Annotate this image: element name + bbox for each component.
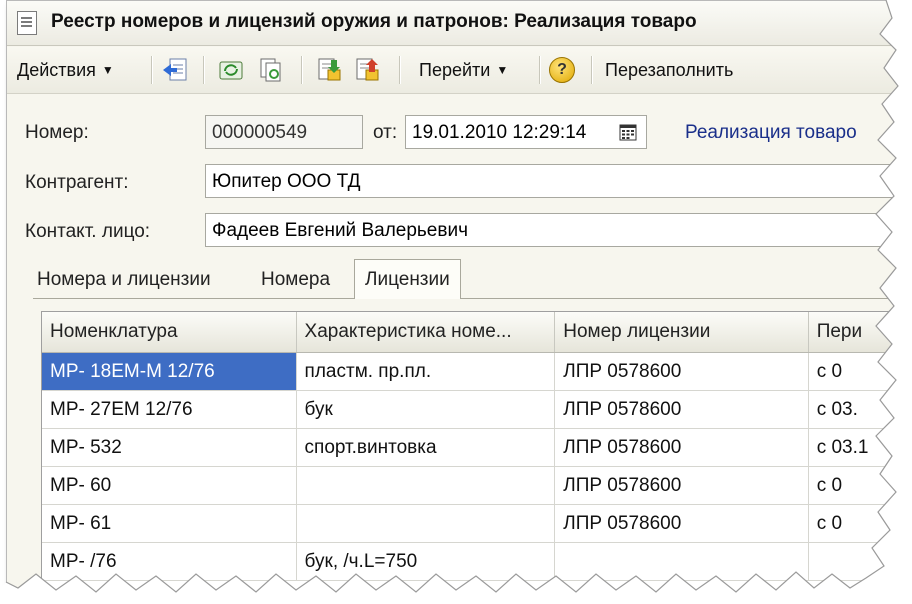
cell-characteristic[interactable]: [296, 504, 556, 543]
calendar-icon: [619, 124, 637, 141]
counterparty-field[interactable]: Юпитер ООО ТД: [205, 164, 907, 198]
chevron-down-icon: ▼: [101, 63, 114, 77]
toolbar-separator: [151, 56, 153, 84]
number-label: Номер:: [25, 122, 89, 143]
table-header-row: Номенклатура Характеристика номе... Номе…: [42, 312, 907, 353]
contact-field[interactable]: Фадеев Евгений Валерьевич: [205, 213, 907, 247]
toolbar-separator: [301, 56, 303, 84]
goto-menu-button[interactable]: Перейти ▼: [419, 47, 508, 93]
tab-licenses[interactable]: Лицензии: [354, 259, 461, 299]
toolbar-separator: [203, 56, 205, 84]
cell-item[interactable]: МР- 60: [42, 466, 297, 505]
cell-license[interactable]: ЛПР 0578600: [554, 352, 809, 391]
table-row[interactable]: МР- 61 ЛПР 0578600 с 0: [42, 504, 907, 543]
window-title: Реестр номеров и лицензий оружия и патро…: [51, 11, 697, 32]
copy-document-icon[interactable]: [257, 56, 285, 84]
document-icon: [17, 11, 37, 35]
cell-period[interactable]: с 03.1: [808, 428, 907, 467]
cell-item[interactable]: МР- 532: [42, 428, 297, 467]
cell-item[interactable]: МР- 18ЕМ-М 12/76: [42, 352, 297, 391]
table-row[interactable]: МР- /76 бук, /ч.L=750: [42, 542, 907, 581]
cell-license[interactable]: ЛПР 0578600: [554, 428, 809, 467]
from-label: от:: [373, 122, 398, 143]
calendar-button[interactable]: [613, 115, 643, 149]
cell-characteristic[interactable]: бук, /ч.L=750: [296, 542, 556, 581]
chevron-down-icon: ▼: [496, 63, 509, 77]
column-header-characteristic[interactable]: Характеристика номе...: [296, 312, 556, 353]
contact-label: Контакт. лицо:: [25, 221, 151, 242]
refill-button[interactable]: Перезаполнить: [605, 47, 733, 93]
fill-down-icon[interactable]: [315, 56, 343, 84]
cell-item[interactable]: МР- 27ЕМ 12/76: [42, 390, 297, 429]
licenses-grid: Номенклатура Характеристика номе... Номе…: [42, 312, 907, 581]
date-field[interactable]: 19.01.2010 12:29:14: [405, 115, 647, 149]
cell-period[interactable]: с 03.: [808, 390, 907, 429]
column-header-license-number[interactable]: Номер лицензии: [554, 312, 809, 353]
fill-up-icon[interactable]: [353, 56, 381, 84]
cell-item[interactable]: МР- 61: [42, 504, 297, 543]
column-header-period[interactable]: Пери: [808, 312, 907, 353]
cell-characteristic[interactable]: бук: [296, 390, 556, 429]
tab-numbers[interactable]: Номера: [261, 263, 330, 297]
cell-license[interactable]: [554, 542, 809, 581]
document-window: Реестр номеров и лицензий оружия и патро…: [6, 0, 908, 600]
table-row[interactable]: МР- 60 ЛПР 0578600 с 0: [42, 466, 907, 505]
cell-period[interactable]: [808, 542, 907, 581]
help-button[interactable]: ?: [549, 47, 575, 93]
tab-strip-line: [33, 298, 907, 299]
actions-menu-button[interactable]: Действия ▼: [17, 47, 114, 93]
number-field[interactable]: 000000549: [205, 115, 363, 149]
toolbar: Действия ▼ Перейти ▼ ? Перезаполнить: [7, 47, 907, 94]
cell-license[interactable]: ЛПР 0578600: [554, 390, 809, 429]
cell-characteristic[interactable]: пластм. пр.пл.: [296, 352, 556, 391]
cell-period[interactable]: с 0: [808, 352, 907, 391]
cell-period[interactable]: с 0: [808, 504, 907, 543]
table-row[interactable]: МР- 27ЕМ 12/76 бук ЛПР 0578600 с 03.: [42, 390, 907, 429]
cell-item[interactable]: МР- /76: [42, 542, 297, 581]
cell-period[interactable]: с 0: [808, 466, 907, 505]
actions-label: Действия: [17, 59, 96, 80]
toolbar-separator: [399, 56, 401, 84]
help-icon: ?: [549, 57, 575, 83]
title-bar: Реестр номеров и лицензий оружия и патро…: [7, 1, 907, 46]
toolbar-separator: [591, 56, 593, 84]
cell-characteristic[interactable]: спорт.винтовка: [296, 428, 556, 467]
cell-license[interactable]: ЛПР 0578600: [554, 466, 809, 505]
post-document-icon[interactable]: [161, 56, 189, 84]
counterparty-label: Контрагент:: [25, 172, 129, 193]
licenses-table: Номенклатура Характеристика номе... Номе…: [41, 311, 907, 599]
cell-characteristic[interactable]: [296, 466, 556, 505]
cell-license[interactable]: ЛПР 0578600: [554, 504, 809, 543]
table-row[interactable]: МР- 18ЕМ-М 12/76 пластм. пр.пл. ЛПР 0578…: [42, 352, 907, 391]
refresh-icon[interactable]: [217, 56, 245, 84]
column-header-item[interactable]: Номенклатура: [42, 312, 297, 353]
tab-numbers-and-licenses[interactable]: Номера и лицензии: [37, 263, 211, 297]
date-value: 19.01.2010 12:29:14: [412, 122, 587, 143]
table-row[interactable]: МР- 532 спорт.винтовка ЛПР 0578600 с 03.…: [42, 428, 907, 467]
goto-label: Перейти: [419, 59, 491, 80]
toolbar-separator: [539, 56, 541, 84]
basis-document-link[interactable]: Реализация товаро: [685, 122, 857, 144]
